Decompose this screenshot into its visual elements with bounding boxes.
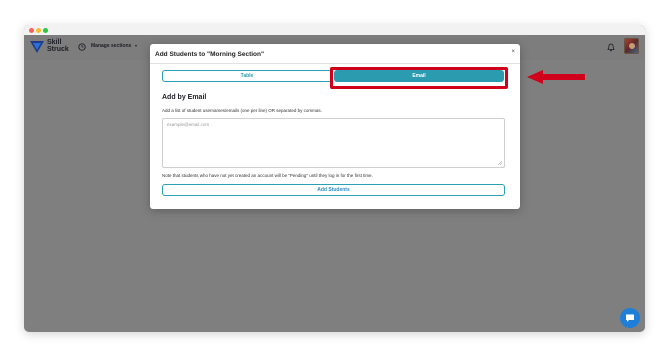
- add-students-button[interactable]: Add Students: [162, 184, 505, 196]
- window-titlebar: [24, 25, 645, 35]
- resize-handle-icon[interactable]: [498, 161, 502, 165]
- clock-icon[interactable]: [78, 43, 86, 51]
- email-list-field[interactable]: example@email.com: [162, 118, 505, 168]
- email-field-placeholder: example@email.com: [167, 122, 210, 127]
- pending-note: Note that students who have not yet crea…: [162, 173, 373, 178]
- email-tab-highlight: [330, 67, 508, 89]
- modal-divider: [150, 63, 520, 64]
- manage-sections-menu[interactable]: Manage sections: [91, 43, 131, 49]
- close-icon[interactable]: ×: [511, 49, 515, 55]
- minimize-window-button[interactable]: [36, 28, 41, 33]
- arrow-icon: [527, 70, 585, 84]
- brand-line-1: Skill: [47, 39, 62, 46]
- section-heading: Add by Email: [162, 94, 207, 101]
- tab-table[interactable]: Table: [162, 70, 332, 82]
- chevron-down-icon[interactable]: ▾: [135, 43, 137, 48]
- brand-name: Skill Struck: [47, 39, 69, 53]
- modal-title: Add Students to "Morning Section": [155, 51, 265, 58]
- close-window-button[interactable]: [29, 28, 34, 33]
- instructions-text: Add a list of student usernames/emails (…: [162, 108, 322, 113]
- bell-icon[interactable]: [607, 43, 615, 52]
- avatar[interactable]: [624, 38, 639, 54]
- brand-line-2: Struck: [47, 46, 69, 53]
- maximize-window-button[interactable]: [43, 28, 48, 33]
- chat-bubble-icon: [626, 314, 634, 322]
- chat-icon[interactable]: [620, 308, 640, 328]
- skillstruck-logo[interactable]: [30, 40, 44, 54]
